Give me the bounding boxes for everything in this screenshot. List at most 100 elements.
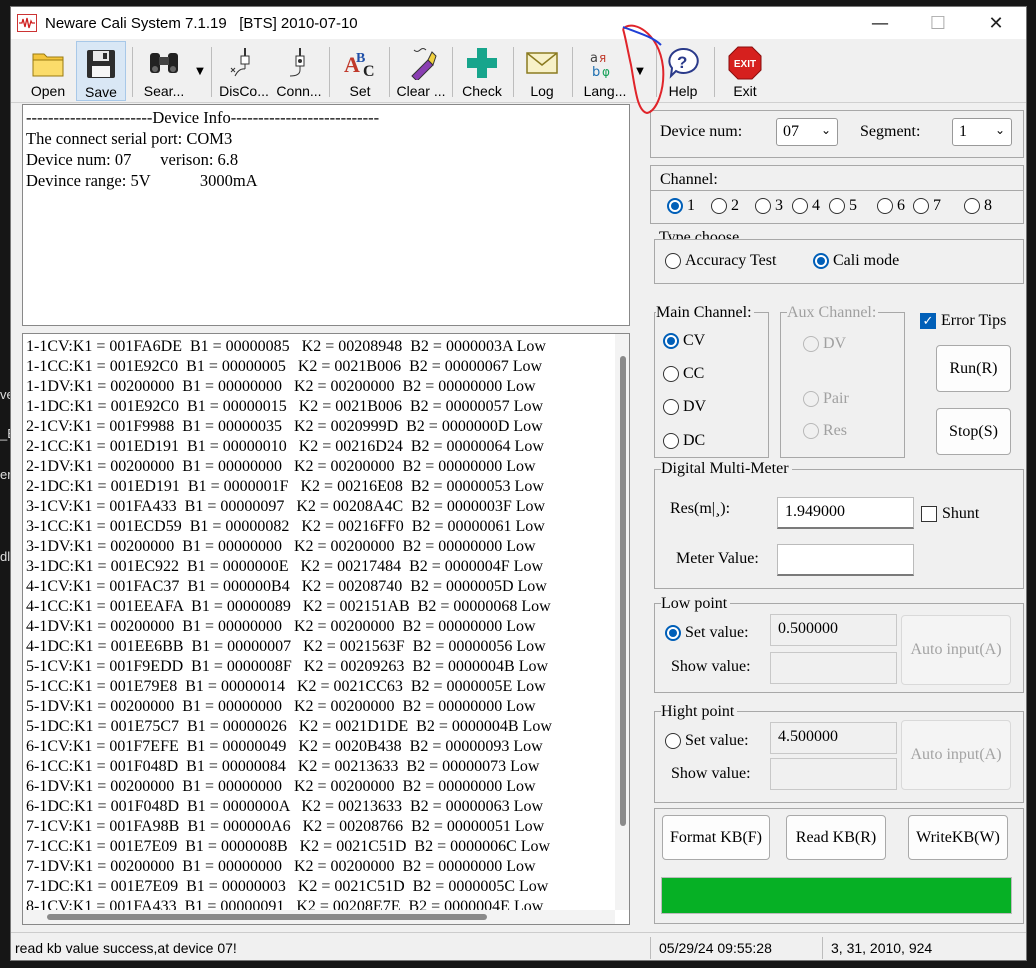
stop-button[interactable]: Stop(S) xyxy=(936,408,1011,455)
device-info-line: The connect serial port: COM3 xyxy=(26,129,233,148)
horizontal-scrollbar[interactable] xyxy=(23,910,615,924)
toolbar-separator xyxy=(329,47,330,97)
meter-value-label: Meter Value: xyxy=(676,550,759,567)
minimize-button[interactable]: — xyxy=(851,7,909,39)
radio-circle xyxy=(792,198,808,214)
log-line: 1-1DC:K1 = 001E92C0 B1 = 00000015 K2 = 0… xyxy=(26,398,543,415)
toolbar-language-button[interactable]: aяbφ Lang... xyxy=(581,41,629,101)
device-info-panel[interactable]: -----------------------Device Info------… xyxy=(22,104,630,326)
maximize-button[interactable]: ☐ xyxy=(909,7,967,39)
toolbar-check-button[interactable]: Check xyxy=(459,41,505,101)
shunt-checkbox[interactable]: Shunt xyxy=(921,505,979,523)
meter-value-input[interactable] xyxy=(777,544,914,576)
search-dropdown-arrow-icon[interactable]: ▼ xyxy=(191,43,209,99)
log-line: 7-1DV:K1 = 00200000 B1 = 00000000 K2 = 0… xyxy=(26,858,536,875)
log-line: 3-1DC:K1 = 001EC922 B1 = 0000000E K2 = 0… xyxy=(26,558,543,575)
toolbar-exit-button[interactable]: EXIT Exit xyxy=(723,41,767,101)
log-line: 4-1DC:K1 = 001EE6BB B1 = 00000007 K2 = 0… xyxy=(26,638,546,655)
device-num-value: 07 xyxy=(783,123,799,140)
abc-spelling-icon: ABC xyxy=(341,45,379,81)
log-line: 4-1CC:K1 = 001EEAFA B1 = 00000089 K2 = 0… xyxy=(26,598,551,615)
radio-label: 4 xyxy=(812,197,820,214)
channel-radio-5[interactable]: 5 xyxy=(829,197,857,215)
channel-radio-1[interactable]: 1 xyxy=(667,197,695,215)
log-line: 2-1DV:K1 = 00200000 B1 = 00000000 K2 = 0… xyxy=(26,458,536,475)
channel-radio-7[interactable]: 7 xyxy=(913,197,941,215)
radio-circle xyxy=(803,391,819,407)
error-tips-checkbox[interactable]: ✓ Error Tips xyxy=(920,312,1006,330)
radio-aux-res[interactable]: Res xyxy=(803,422,847,440)
channel-radio-6[interactable]: 6 xyxy=(877,197,905,215)
radio-cali-mode[interactable]: Cali mode xyxy=(813,252,899,270)
title-bar[interactable]: Neware Cali System 7.1.19 [BTS] 2010-07-… xyxy=(11,7,1026,39)
segment-value: 1 xyxy=(959,123,967,140)
channel-radio-2[interactable]: 2 xyxy=(711,197,739,215)
radio-main-cc[interactable]: CC xyxy=(663,365,704,383)
low-point-auto-input-button[interactable]: Auto input(A) xyxy=(901,615,1011,685)
toolbar-save-button[interactable]: Save xyxy=(76,41,126,101)
binoculars-icon xyxy=(145,45,183,81)
low-point-set-value[interactable]: 0.500000 xyxy=(770,614,897,646)
device-num-select[interactable]: 07 ⌄ xyxy=(776,118,838,146)
toolbar-connect-button[interactable]: Conn... xyxy=(273,41,325,101)
vertical-scrollbar[interactable] xyxy=(615,334,629,910)
radio-circle xyxy=(665,733,681,749)
toolbar-separator xyxy=(211,47,212,97)
high-point-set-radio[interactable]: Set value: xyxy=(665,732,749,750)
device-info-line: Devince range: 5V 3000mA xyxy=(26,171,258,190)
radio-main-cv[interactable]: CV xyxy=(663,332,705,350)
exit-sign-icon: EXIT xyxy=(726,45,764,81)
language-dropdown-arrow-icon[interactable]: ▼ xyxy=(631,43,649,99)
help-bubble-icon: ? xyxy=(664,45,702,81)
toolbar-disconnect-button[interactable]: DisCo... xyxy=(218,41,270,101)
high-point-show-label: Show value: xyxy=(671,765,751,782)
radio-label: CC xyxy=(683,365,705,382)
toolbar-open-button[interactable]: Open xyxy=(25,41,71,101)
calibration-log-panel[interactable]: 1-1CV:K1 = 001FA6DE B1 = 00000085 K2 = 0… xyxy=(22,333,630,925)
res-input[interactable]: 1.949000 xyxy=(777,497,914,529)
radio-aux-pair[interactable]: Pair xyxy=(803,390,849,408)
toolbar-label: Set xyxy=(349,83,371,99)
low-point-show-value[interactable] xyxy=(770,652,897,684)
format-kb-button[interactable]: Format KB(F) xyxy=(662,815,770,860)
toolbar-set-button[interactable]: ABC Set xyxy=(337,41,383,101)
aux-channel-label: Aux Channel: xyxy=(787,304,879,322)
channel-radio-8[interactable]: 8 xyxy=(964,197,992,215)
radio-main-dv[interactable]: DV xyxy=(663,398,706,416)
channel-radio-4[interactable]: 4 xyxy=(792,197,820,215)
close-button[interactable]: ✕ xyxy=(967,7,1025,39)
toolbar-help-button[interactable]: ? Help xyxy=(663,41,703,101)
radio-circle xyxy=(711,198,727,214)
high-point-set-value[interactable]: 4.500000 xyxy=(770,722,897,754)
radio-aux-dv[interactable]: DV xyxy=(803,335,846,353)
read-kb-button[interactable]: Read KB(R) xyxy=(786,815,886,860)
toolbar-label: Exit xyxy=(733,83,757,99)
channel-radio-3[interactable]: 3 xyxy=(755,197,783,215)
radio-circle xyxy=(803,423,819,439)
high-point-show-value[interactable] xyxy=(770,758,897,790)
toolbar-log-button[interactable]: Log xyxy=(521,41,563,101)
folder-icon xyxy=(29,45,67,81)
radio-accuracy-test[interactable]: Accuracy Test xyxy=(665,252,776,270)
main-window: Neware Cali System 7.1.19 [BTS] 2010-07-… xyxy=(10,6,1027,961)
radio-circle xyxy=(667,198,683,214)
segment-select[interactable]: 1 ⌄ xyxy=(952,118,1012,146)
svg-text:я: я xyxy=(599,51,606,65)
log-line: 5-1CV:K1 = 001F9EDD B1 = 0000008F K2 = 0… xyxy=(26,658,549,675)
low-point-set-radio[interactable]: Set value: xyxy=(665,624,749,642)
toolbar-separator xyxy=(714,47,715,97)
toolbar-clear-button[interactable]: Clear ... xyxy=(395,41,447,101)
horizontal-scroll-thumb[interactable] xyxy=(47,914,487,920)
run-button[interactable]: Run(R) xyxy=(936,345,1011,392)
write-kb-button[interactable]: WriteKB(W) xyxy=(908,815,1008,860)
radio-label: Set value: xyxy=(685,732,749,749)
high-point-auto-input-button[interactable]: Auto input(A) xyxy=(901,720,1011,790)
app-waveform-icon xyxy=(17,14,37,32)
radio-label: 2 xyxy=(731,197,739,214)
vertical-scroll-thumb[interactable] xyxy=(620,356,626,826)
toolbar-label: Check xyxy=(462,83,502,99)
log-line: 3-1CV:K1 = 001FA433 B1 = 00000097 K2 = 0… xyxy=(26,498,546,515)
toolbar-search-button[interactable]: Sear... xyxy=(139,41,189,101)
radio-main-dc[interactable]: DC xyxy=(663,432,705,450)
radio-circle xyxy=(663,366,679,382)
